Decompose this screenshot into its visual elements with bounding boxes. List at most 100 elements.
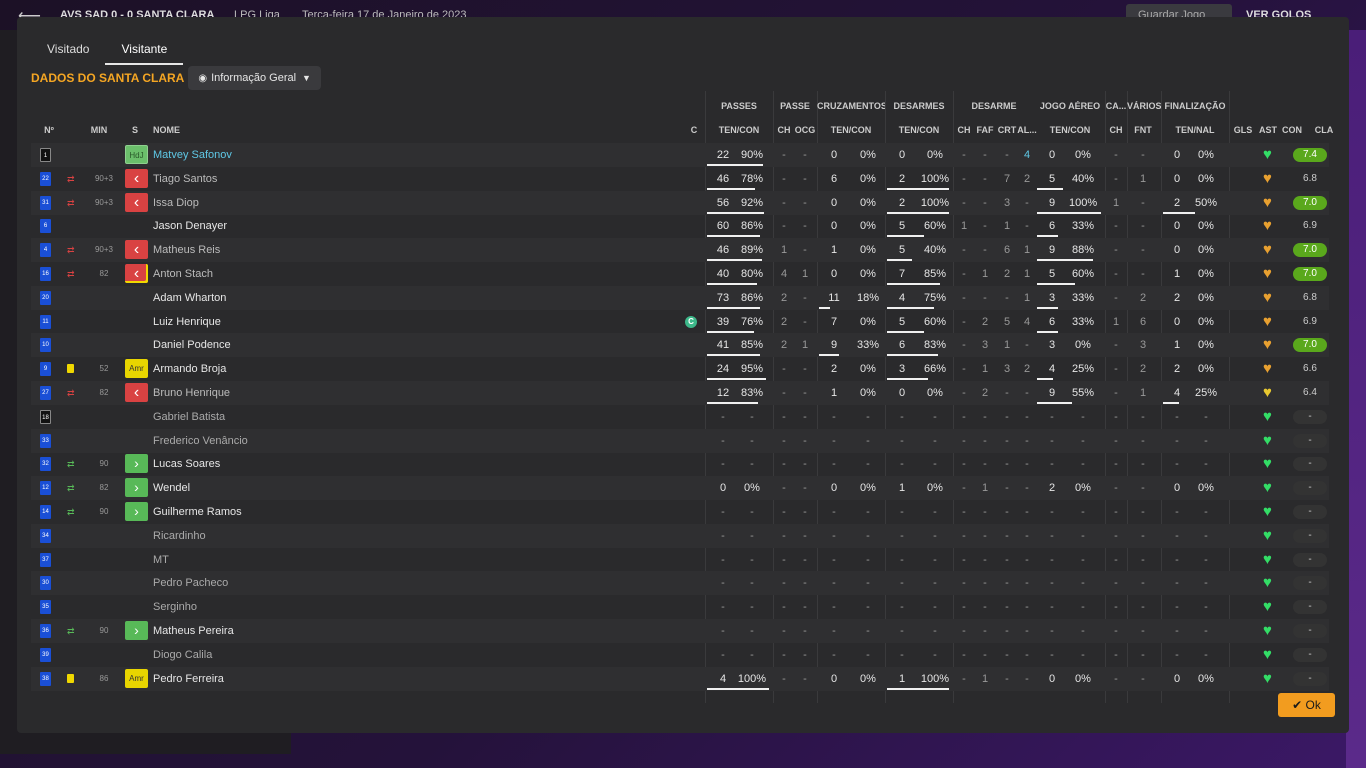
player-name[interactable]: MT (153, 548, 169, 572)
stat-p_c: 0% (744, 482, 760, 495)
table-row[interactable]: 30 Pedro Pacheco - - - - - - - - - - - - - - - - - - - ♥ - (31, 571, 1329, 596)
column-header-s[interactable]: S (127, 125, 143, 135)
column-header-ja_tc[interactable]: TEN/CON (1039, 125, 1101, 135)
table-row[interactable]: 14 ⇄ 90 › Guilherme Ramos - - - - - - - - - - - - - - - - - - -… (31, 500, 1329, 524)
table-row[interactable]: 36 ⇄ 90 › Matheus Pereira - - - - - - - - - - - - - - - - - - -… (31, 619, 1329, 643)
table-row[interactable]: 18 Gabriel Batista - - - - - - - - - - - - - - - - - - - ♥ - (31, 405, 1329, 429)
column-header-d_al[interactable]: AL... (1017, 125, 1037, 135)
table-row[interactable]: 27 ⇄ 82 ‹ Bruno Henrique 12 83% - -1 0% 0 0% -2- -9 55… (31, 381, 1329, 405)
player-name[interactable]: Gabriel Batista (153, 405, 225, 429)
player-name[interactable]: Jason Denayer (153, 214, 227, 238)
table-row[interactable]: 11 Luiz Henrique C 39 76% 2-7 0% 5 60% -2 5 4 6 33% 1 6… (31, 310, 1329, 334)
table-row[interactable]: 10 Daniel Podence 41 85% 2 1 9 33% 6 83% -3 1-3 0% -3… (31, 333, 1329, 358)
table-row[interactable]: 34 Ricardinho - - - - - - - - - - - - - - - - - - - ♥ - (31, 523, 1329, 548)
player-name[interactable]: Issa Diop (153, 191, 199, 215)
stat-ca_ch: - (1114, 339, 1118, 352)
column-header-num[interactable]: Nº (39, 125, 59, 135)
condition-heart-icon: ♥ (1263, 193, 1272, 211)
player-rating: 7.0 (1293, 267, 1327, 281)
table-row[interactable]: 31 ⇄ 90+3 ‹ Issa Diop 56 92% - -0 0% 2 100% - -3-9 100… (31, 190, 1329, 215)
column-header-de_tc[interactable]: TEN/CON (889, 125, 949, 135)
stat-pa_ocg: - (803, 149, 807, 161)
stat-de_c: - (933, 577, 937, 590)
player-name[interactable]: Luiz Henrique (153, 310, 221, 334)
tab-home[interactable]: Visitado (31, 39, 105, 65)
player-name[interactable]: Matvey Safonov (153, 143, 232, 167)
stat-ast (1281, 405, 1283, 429)
column-header-fi_tn[interactable]: TEN/NAL (1165, 125, 1225, 135)
player-name[interactable]: Adam Wharton (153, 286, 226, 310)
stat-cr_t: 0 (830, 268, 838, 280)
column-header-ast[interactable]: AST (1257, 125, 1279, 135)
player-rating: - (1293, 552, 1327, 567)
stat-cr_c: 33% (856, 339, 880, 352)
column-header-c[interactable]: C (687, 125, 701, 135)
column-header-d_crt[interactable]: CRT (997, 125, 1017, 135)
success-rate-bar (707, 402, 758, 404)
table-row[interactable]: 22 ⇄ 90+3 ‹ Tiago Santos 46 78% - -6 0% 2 100% - -7 2 5… (31, 167, 1329, 191)
player-name[interactable]: Matheus Reis (153, 238, 220, 262)
condition-heart-icon: ♥ (1263, 146, 1272, 163)
table-row[interactable]: 33 Frederico Venâncio - - - - - - - - - - - - - - - - - - - ♥… (31, 428, 1329, 453)
table-row[interactable]: 38 86 Amr Pedro Ferreira 4 100% - -0 0% 1 100% -1- -… (31, 666, 1329, 691)
table-row[interactable]: 32 ⇄ 90 › Lucas Soares - - - - - - - - - - - - - - - - - - - ♥ - (31, 452, 1329, 476)
stat-ast (1281, 500, 1283, 524)
column-header-ca_ch[interactable]: CH (1107, 125, 1125, 135)
stat-pa_ch: - (782, 672, 786, 685)
column-header-pa_ocg[interactable]: OCG (793, 125, 817, 135)
stat-d_ch: - (962, 648, 966, 661)
column-header-d_faf[interactable]: FAF (975, 125, 995, 135)
stat-fi_t: 0 (1173, 315, 1181, 328)
column-header-cr_tc[interactable]: TEN/CON (821, 125, 881, 135)
ok-button-label: Ok (1305, 698, 1321, 712)
player-name[interactable]: Ricardinho (153, 524, 206, 548)
table-row[interactable]: 37 MT - - - - - - - - - - - - - - - - - - - ♥ - (31, 548, 1329, 572)
player-name[interactable]: Anton Stach (153, 262, 213, 286)
table-row[interactable]: 20 Adam Wharton 73 86% 2-11 18% 4 75% - - -1 3 33% -2… (31, 285, 1329, 310)
player-name[interactable]: Serginho (153, 595, 197, 619)
stat-fi_c: - (1204, 553, 1208, 566)
table-row[interactable]: 12 ⇄ 82 › Wendel 0 0% - -0 0% 1 0% -1- -2 0% - -0 0% - ♥ - (31, 476, 1329, 501)
stat-d_al: - (1025, 529, 1029, 542)
column-header-gls[interactable]: GLS (1233, 125, 1253, 135)
player-name[interactable]: Pedro Pacheco (153, 571, 228, 595)
stat-de_t: - (900, 601, 904, 614)
player-name[interactable]: Armando Broja (153, 357, 226, 381)
player-name[interactable]: Matheus Pereira (153, 619, 234, 643)
player-name[interactable]: Diogo Calila (153, 643, 212, 667)
column-header-cla[interactable]: CLA (1307, 125, 1341, 135)
table-row[interactable]: 39 Diogo Calila - - - - - - - - - - - - - - - - - - - ♥ - (31, 643, 1329, 667)
player-name[interactable]: Tiago Santos (153, 167, 217, 191)
stat-fi_c: - (1204, 601, 1208, 614)
table-row[interactable]: 6 Jason Denayer 60 86% - -0 0% 5 60% 1-1-6 33% - -0 0… (31, 214, 1329, 238)
table-row[interactable]: 16 ⇄ 82 ‹ Anton Stach 40 80% 4 1 0 0% 7 85% -1 2 1 5 60% -… (31, 262, 1329, 286)
stat-d_ch: - (962, 244, 966, 257)
column-header-min[interactable]: MIN (85, 125, 113, 135)
table-row[interactable]: 35 Serginho - - - - - - - - - - - - - - - - - - - ♥ - (31, 595, 1329, 619)
column-header-p_tc[interactable]: TEN/CON (709, 125, 769, 135)
player-name[interactable]: Guilherme Ramos (153, 500, 242, 524)
column-header-d_ch[interactable]: CH (955, 125, 973, 135)
stat-pa_ocg: - (803, 244, 807, 257)
player-name[interactable]: Bruno Henrique (153, 381, 230, 405)
table-row[interactable]: 1 HdJ Matvey Safonov 22 90% - -0 0% 0 0% - - -4 0 0% - -… (31, 143, 1329, 167)
tab-away[interactable]: Visitante (105, 39, 184, 65)
table-row[interactable]: 9 52 Amr Armando Broja 24 95% - -2 0% 3 66% -1 3 2 4 25… (31, 357, 1329, 381)
player-name[interactable]: Frederico Venâncio (153, 429, 248, 453)
table-row[interactable]: 4 ⇄ 90+3 ‹ Matheus Reis 46 89% 1-1 0% 5 40% - -6 1 9 88… (31, 238, 1329, 263)
stat-cr_c: 0% (860, 244, 876, 257)
player-name[interactable]: Pedro Ferreira (153, 667, 224, 691)
column-header-pa_ch[interactable]: CH (775, 125, 793, 135)
stat-fi_t: - (1175, 410, 1179, 423)
player-name[interactable]: Daniel Podence (153, 333, 231, 357)
view-dropdown[interactable]: ◉ Informação Geral ▼ (188, 66, 321, 90)
column-header-va_fnt[interactable]: FNT (1131, 125, 1155, 135)
stat-ast (1281, 548, 1283, 572)
column-header-con[interactable]: CON (1281, 125, 1303, 135)
player-name[interactable]: Lucas Soares (153, 452, 220, 476)
ok-button[interactable]: ✔ Ok (1278, 693, 1335, 717)
column-header-nome[interactable]: NOME (153, 125, 213, 135)
success-rate-bar (707, 283, 757, 285)
shirt-number: 27 (40, 386, 51, 400)
player-name[interactable]: Wendel (153, 476, 190, 500)
